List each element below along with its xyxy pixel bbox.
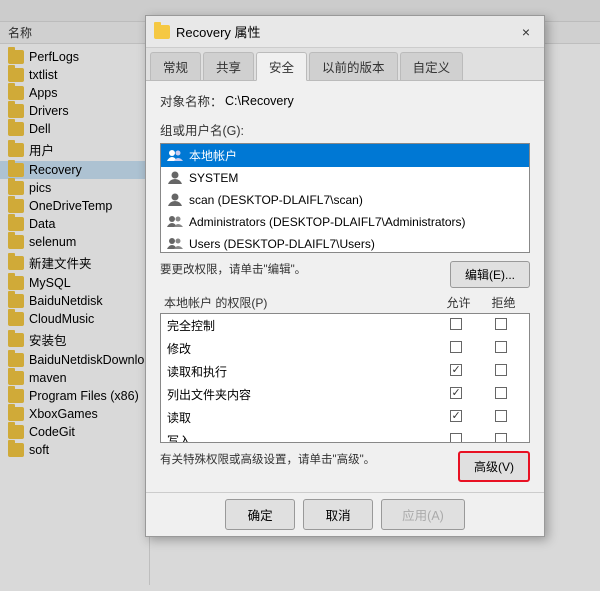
user-icon <box>167 236 183 252</box>
perms-header: 本地帐户 的权限(P) 允许 拒绝 <box>160 294 530 311</box>
close-button[interactable]: × <box>516 22 536 42</box>
dialog-titlebar: Recovery 属性 × <box>146 16 544 48</box>
edit-note: 要更改权限，请单击"编辑"。 <box>160 264 306 276</box>
perm-name: 修改 <box>167 340 433 357</box>
user-name: 本地帐户 <box>189 147 237 164</box>
user-item[interactable]: 本地帐户 <box>161 144 529 167</box>
bottom-note: 有关特殊权限或高级设置，请单击"高级"。 <box>160 454 375 466</box>
tab-自定义[interactable]: 自定义 <box>400 52 464 80</box>
perm-row: 读取 <box>161 406 529 429</box>
tab-安全[interactable]: 安全 <box>256 52 307 81</box>
permissions-section: 本地帐户 的权限(P) 允许 拒绝 完全控制修改读取和执行列出文件夹内容读取写入 <box>160 294 530 443</box>
perm-name: 读取 <box>167 409 433 426</box>
tab-共享[interactable]: 共享 <box>203 52 254 80</box>
edit-button[interactable]: 编辑(E)... <box>450 261 530 288</box>
perms-deny-header: 拒绝 <box>481 294 526 311</box>
perm-deny-check[interactable] <box>478 410 523 425</box>
cancel-button[interactable]: 取消 <box>303 499 373 530</box>
perm-allow-check[interactable] <box>433 433 478 443</box>
perm-deny-check[interactable] <box>478 341 523 356</box>
perm-allow-check[interactable] <box>433 364 478 379</box>
perm-allow-check[interactable] <box>433 387 478 402</box>
perm-name: 写入 <box>167 432 433 443</box>
ok-button[interactable]: 确定 <box>225 499 295 530</box>
perm-allow-check[interactable] <box>433 341 478 356</box>
user-icon <box>167 148 183 164</box>
user-icon <box>167 214 183 230</box>
edit-row: 编辑(E)... 要更改权限，请单击"编辑"。 <box>160 261 530 288</box>
perm-deny-check[interactable] <box>478 318 523 333</box>
dialog-content: 对象名称： C:\Recovery 组或用户名(G): 本地帐户 SYSTEM … <box>146 81 544 492</box>
dialog-title-text: Recovery 属性 <box>176 22 261 41</box>
perm-row: 列出文件夹内容 <box>161 383 529 406</box>
perms-allow-header: 允许 <box>436 294 481 311</box>
perm-name: 列出文件夹内容 <box>167 386 433 403</box>
object-label: 对象名称： <box>160 91 225 110</box>
user-name: Administrators (DESKTOP-DLAIFL7\Administ… <box>189 215 466 229</box>
tab-以前的版本[interactable]: 以前的版本 <box>309 52 398 80</box>
perm-row: 读取和执行 <box>161 360 529 383</box>
user-item[interactable]: scan (DESKTOP-DLAIFL7\scan) <box>161 189 529 211</box>
perm-name: 完全控制 <box>167 317 433 334</box>
apply-button[interactable]: 应用(A) <box>381 499 465 530</box>
perm-name: 读取和执行 <box>167 363 433 380</box>
perm-row: 修改 <box>161 337 529 360</box>
user-icon <box>167 192 183 208</box>
bottom-row: 高级(V) 有关特殊权限或高级设置，请单击"高级"。 <box>160 451 530 482</box>
perm-deny-check[interactable] <box>478 387 523 402</box>
object-name-row: 对象名称： C:\Recovery <box>160 91 530 110</box>
dialog-tabs: 常规共享安全以前的版本自定义 <box>146 48 544 81</box>
perm-deny-check[interactable] <box>478 433 523 443</box>
dialog-footer: 确定 取消 应用(A) <box>146 492 544 536</box>
properties-dialog: Recovery 属性 × 常规共享安全以前的版本自定义 对象名称： C:\Re… <box>145 15 545 537</box>
perms-section-label: 本地帐户 的权限(P) <box>164 294 436 311</box>
users-list[interactable]: 本地帐户 SYSTEM scan (DESKTOP-DLAIFL7\scan) … <box>160 143 530 253</box>
user-item[interactable]: Administrators (DESKTOP-DLAIFL7\Administ… <box>161 211 529 233</box>
user-icon <box>167 170 183 186</box>
perm-allow-check[interactable] <box>433 318 478 333</box>
perm-row: 写入 <box>161 429 529 443</box>
advanced-button[interactable]: 高级(V) <box>458 451 530 482</box>
dialog-folder-icon <box>154 25 170 39</box>
user-name: SYSTEM <box>189 171 238 185</box>
group-label: 组或用户名(G): <box>160 120 530 139</box>
user-item[interactable]: SYSTEM <box>161 167 529 189</box>
user-item[interactable]: Users (DESKTOP-DLAIFL7\Users) <box>161 233 529 253</box>
tab-常规[interactable]: 常规 <box>150 52 201 80</box>
user-name: scan (DESKTOP-DLAIFL7\scan) <box>189 193 363 207</box>
dialog-title-left: Recovery 属性 <box>154 22 261 41</box>
perm-row: 完全控制 <box>161 314 529 337</box>
perm-allow-check[interactable] <box>433 410 478 425</box>
user-name: Users (DESKTOP-DLAIFL7\Users) <box>189 237 375 251</box>
object-value: C:\Recovery <box>225 94 294 108</box>
perm-deny-check[interactable] <box>478 364 523 379</box>
perms-list[interactable]: 完全控制修改读取和执行列出文件夹内容读取写入 <box>160 313 530 443</box>
